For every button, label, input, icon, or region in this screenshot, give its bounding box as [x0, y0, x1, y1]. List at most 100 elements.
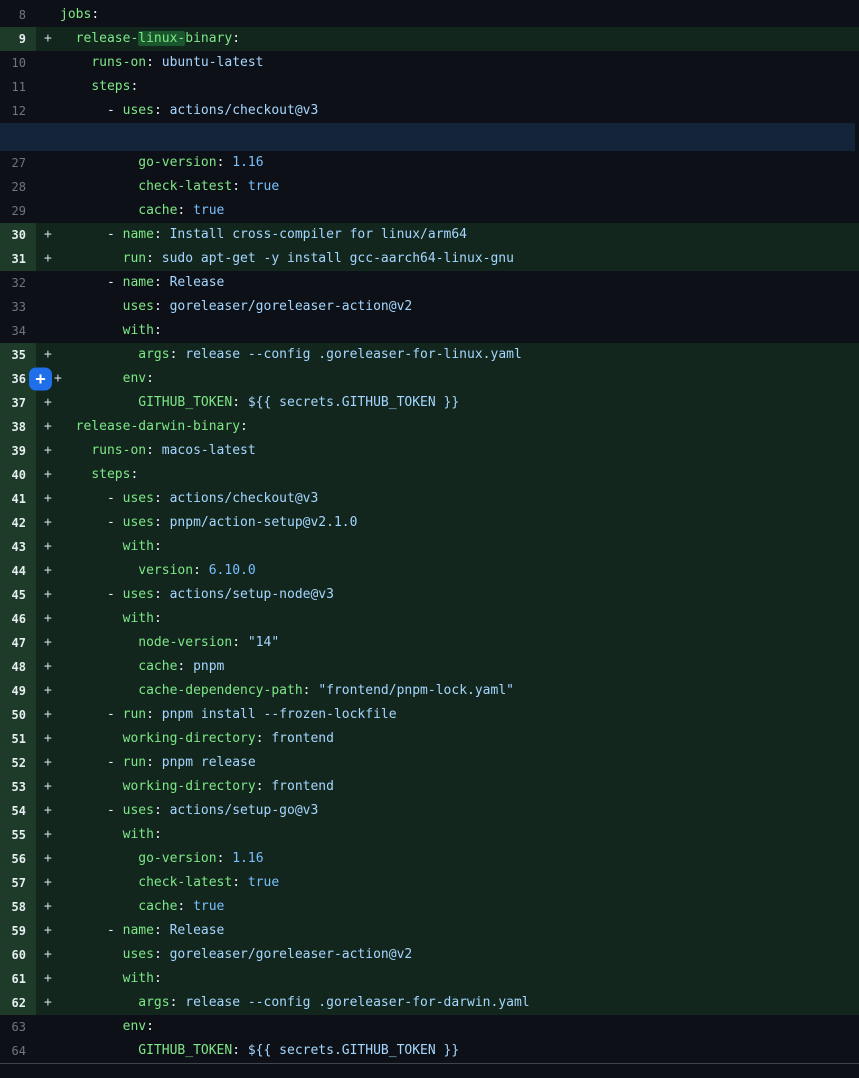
line-number[interactable]: 55 [0, 823, 36, 847]
code-text: env: [60, 1015, 154, 1039]
diff-line-52: 52+ - run: pnpm release [0, 751, 859, 775]
diff-line-38: 38+ release-darwin-binary: [0, 415, 859, 439]
line-number[interactable]: 40 [0, 463, 36, 487]
no-marker [36, 3, 60, 27]
diff-line-11: 11 steps: [0, 75, 859, 99]
diff-line-27: 27 go-version: 1.16 [0, 151, 859, 175]
add-comment-button[interactable]: + [29, 368, 52, 391]
addition-marker: + [36, 919, 60, 943]
line-number[interactable]: 29 [0, 199, 36, 223]
diff-line-60: 60+ uses: goreleaser/goreleaser-action@v… [0, 943, 859, 967]
line-number[interactable]: 48 [0, 655, 36, 679]
diff-line-32: 32 - name: Release [0, 271, 859, 295]
word-diff-highlight: linux- [138, 31, 185, 46]
line-number[interactable]: 37 [0, 391, 36, 415]
addition-marker: + [36, 27, 60, 51]
code-text: cache: true [60, 199, 224, 223]
line-number[interactable]: 34 [0, 319, 36, 343]
line-number[interactable]: 10 [0, 51, 36, 75]
no-marker [36, 271, 60, 295]
line-number[interactable]: 60 [0, 943, 36, 967]
line-number[interactable]: 54 [0, 799, 36, 823]
code-text: with: [60, 967, 162, 991]
line-number[interactable]: 51 [0, 727, 36, 751]
code-text: node-version: "14" [60, 631, 279, 655]
line-number[interactable]: 30 [0, 223, 36, 247]
line-number[interactable]: 39 [0, 439, 36, 463]
line-number[interactable]: 62 [0, 991, 36, 1015]
addition-marker: + [36, 871, 60, 895]
code-text: release-darwin-binary: [60, 415, 248, 439]
line-number[interactable]: 57 [0, 871, 36, 895]
addition-marker: + [36, 967, 60, 991]
line-number[interactable]: 8 [0, 3, 36, 27]
line-number[interactable]: 47 [0, 631, 36, 655]
diff-line-53: 53+ working-directory: frontend [0, 775, 859, 799]
code-text: with: [60, 319, 162, 343]
code-text: - name: Release [60, 919, 224, 943]
code-text: uses: goreleaser/goreleaser-action@v2 [60, 943, 412, 967]
code-text: working-directory: frontend [60, 727, 334, 751]
line-number[interactable]: 46 [0, 607, 36, 631]
line-number[interactable]: 41 [0, 487, 36, 511]
addition-marker: + [36, 799, 60, 823]
line-number[interactable]: 38 [0, 415, 36, 439]
line-number[interactable]: 31 [0, 247, 36, 271]
line-number[interactable]: 63 [0, 1015, 36, 1039]
line-number[interactable]: 53 [0, 775, 36, 799]
line-number[interactable]: 61 [0, 967, 36, 991]
code-text: GITHUB_TOKEN: ${{ secrets.GITHUB_TOKEN }… [60, 391, 459, 415]
line-number[interactable]: 28 [0, 175, 36, 199]
diff-line-29: 29 cache: true [0, 199, 859, 223]
line-number[interactable]: 50 [0, 703, 36, 727]
diff-line-63: 63 env: [0, 1015, 859, 1039]
line-number[interactable]: 33 [0, 295, 36, 319]
line-number[interactable]: 42 [0, 511, 36, 535]
code-text: cache: pnpm [60, 655, 224, 679]
line-number[interactable]: 44 [0, 559, 36, 583]
addition-marker: + [36, 703, 60, 727]
addition-marker: + [36, 991, 60, 1015]
addition-marker: + [36, 631, 60, 655]
addition-marker: + [36, 511, 60, 535]
line-number[interactable]: 35 [0, 343, 36, 367]
expand-hidden-lines-row[interactable] [0, 123, 855, 151]
line-number[interactable]: 59 [0, 919, 36, 943]
code-text: env: [60, 367, 154, 391]
line-number[interactable]: 64 [0, 1039, 36, 1063]
addition-marker: + [36, 463, 60, 487]
no-marker [36, 319, 60, 343]
code-text: - uses: actions/setup-node@v3 [60, 583, 334, 607]
line-number[interactable]: 43 [0, 535, 36, 559]
diff-line-46: 46+ with: [0, 607, 859, 631]
addition-marker: + [36, 775, 60, 799]
diff-line-41: 41+ - uses: actions/checkout@v3 [0, 487, 859, 511]
line-number[interactable]: 9 [0, 27, 36, 51]
diff-line-33: 33 uses: goreleaser/goreleaser-action@v2 [0, 295, 859, 319]
diff-line-39: 39+ runs-on: macos-latest [0, 439, 859, 463]
code-text: go-version: 1.16 [60, 847, 264, 871]
line-number[interactable]: 12 [0, 99, 36, 123]
line-number[interactable]: 56 [0, 847, 36, 871]
line-number[interactable]: 11 [0, 75, 36, 99]
diff-line-43: 43+ with: [0, 535, 859, 559]
code-text: uses: goreleaser/goreleaser-action@v2 [60, 295, 412, 319]
diff-line-45: 45+ - uses: actions/setup-node@v3 [0, 583, 859, 607]
no-marker [36, 175, 60, 199]
line-number[interactable]: 32 [0, 271, 36, 295]
code-text: steps: [60, 75, 138, 99]
addition-marker: + [36, 823, 60, 847]
line-number[interactable]: 52 [0, 751, 36, 775]
diff-line-47: 47+ node-version: "14" [0, 631, 859, 655]
diff-line-50: 50+ - run: pnpm install --frozen-lockfil… [0, 703, 859, 727]
code-text: cache: true [60, 895, 224, 919]
line-number[interactable]: 49 [0, 679, 36, 703]
line-number[interactable]: 58 [0, 895, 36, 919]
line-number[interactable]: 45 [0, 583, 36, 607]
addition-marker: + [36, 439, 60, 463]
addition-marker: + [36, 679, 60, 703]
diff-line-56: 56+ go-version: 1.16 [0, 847, 859, 871]
line-number[interactable]: 27 [0, 151, 36, 175]
addition-marker: + [36, 895, 60, 919]
diff-line-40: 40+ steps: [0, 463, 859, 487]
